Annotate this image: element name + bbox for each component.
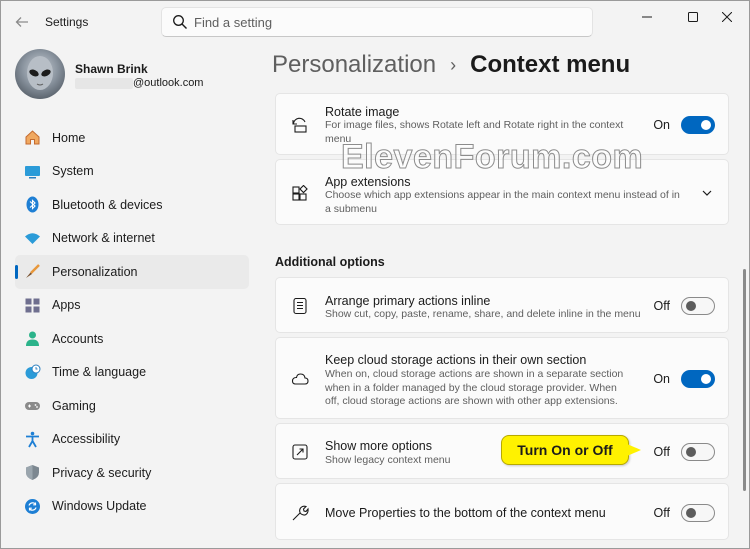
close-icon [722, 12, 732, 22]
scrollbar[interactable] [743, 269, 746, 491]
sidebar-item-label: Accounts [52, 331, 104, 346]
redacted-email [75, 78, 133, 89]
toggle-state-label: On [653, 372, 670, 386]
setting-arrange-inline: Arrange primary actions inline Show cut,… [275, 277, 729, 333]
shield-icon [23, 464, 41, 482]
update-icon [23, 497, 41, 515]
sidebar-item-label: System [52, 164, 94, 179]
toggle-state-label: Off [653, 506, 670, 520]
setting-title: Move Properties to the bottom of the con… [325, 506, 606, 520]
sidebar-item-gaming[interactable]: Gaming [15, 389, 249, 423]
sidebar-item-home[interactable]: Home [15, 121, 249, 155]
setting-title: Arrange primary actions inline [325, 294, 491, 308]
setting-move-properties: Move Properties to the bottom of the con… [275, 483, 729, 540]
sidebar-item-apps[interactable]: Apps [15, 289, 249, 323]
search-box[interactable] [161, 7, 593, 37]
alien-avatar-icon [27, 56, 53, 90]
arrange-inline-toggle[interactable] [681, 297, 715, 315]
home-icon [23, 129, 41, 147]
sidebar-item-privacy-security[interactable]: Privacy & security [15, 456, 249, 490]
sidebar-item-windows-update[interactable]: Windows Update [15, 490, 249, 524]
title-bar: Settings [1, 1, 750, 43]
back-button[interactable] [11, 11, 33, 33]
toggle-state-label: Off [653, 299, 670, 313]
clock-globe-icon [23, 363, 41, 381]
rotate-image-toggle[interactable] [681, 116, 715, 134]
chevron-down-icon [702, 190, 712, 196]
setting-description: Show cut, copy, paste, rename, share, an… [325, 308, 641, 320]
accessibility-icon [23, 430, 41, 448]
wrench-icon [290, 503, 310, 523]
user-email: @outlook.com [133, 77, 204, 89]
bluetooth-icon [23, 196, 41, 214]
gamepad-icon [23, 397, 41, 415]
section-title: Additional options [275, 255, 385, 269]
sidebar-item-label: Home [52, 130, 86, 145]
toggle-state-label: On [653, 118, 670, 132]
setting-description: Choose which app extensions appear in th… [325, 189, 680, 215]
sidebar-item-label: Privacy & security [52, 465, 152, 480]
search-icon [173, 15, 187, 29]
sidebar-item-label: Bluetooth & devices [52, 197, 163, 212]
sidebar-item-label: Gaming [52, 398, 96, 413]
setting-title: App extensions [325, 175, 411, 189]
breadcrumb: Personalization › Context menu [272, 51, 630, 79]
breadcrumb-separator: › [450, 54, 457, 75]
setting-title: Keep cloud storage actions in their own … [325, 353, 587, 367]
setting-description: When on, cloud storage actions are shown… [325, 368, 624, 407]
setting-title: Rotate image [325, 105, 400, 119]
avatar [15, 49, 65, 99]
setting-description: Show legacy context menu [325, 454, 451, 466]
maximize-button[interactable] [678, 7, 708, 27]
apps-icon [23, 296, 41, 314]
sidebar-item-label: Accessibility [52, 432, 121, 447]
sidebar-item-personalization[interactable]: Personalization [15, 255, 249, 289]
sidebar-item-accessibility[interactable]: Accessibility [15, 423, 249, 457]
sidebar-item-label: Windows Update [52, 499, 147, 514]
monitor-icon [23, 162, 41, 180]
rotate-image-icon [290, 115, 310, 135]
search-input[interactable] [194, 12, 584, 32]
expand-window-icon [290, 442, 310, 462]
brush-icon [23, 263, 41, 281]
person-icon [23, 330, 41, 348]
maximize-icon [688, 12, 698, 22]
wifi-icon [23, 229, 41, 247]
callout-annotation: Turn On or Off [501, 435, 641, 465]
sidebar-nav: Home System Bluetooth & devices Network … [15, 121, 249, 523]
setting-title: Show more options [325, 439, 433, 453]
puzzle-grid-icon [290, 184, 310, 204]
move-properties-toggle[interactable] [681, 504, 715, 522]
sidebar-item-label: Apps [52, 298, 81, 313]
page-title: Context menu [470, 51, 631, 78]
sidebar-item-bluetooth[interactable]: Bluetooth & devices [15, 188, 249, 222]
list-document-icon [290, 296, 310, 316]
sidebar-item-network[interactable]: Network & internet [15, 222, 249, 256]
sidebar-item-system[interactable]: System [15, 155, 249, 189]
show-more-options-toggle[interactable] [681, 443, 715, 461]
toggle-state-label: Off [653, 445, 670, 459]
watermark-text: ElevenForum.com [340, 138, 644, 177]
sidebar-item-label: Network & internet [52, 231, 155, 246]
sidebar-item-label: Personalization [52, 264, 138, 279]
sidebar-item-time-language[interactable]: Time & language [15, 356, 249, 390]
cloud-icon [290, 369, 310, 389]
minimize-button[interactable] [632, 7, 662, 27]
arrow-left-icon [15, 17, 28, 27]
minimize-icon [642, 16, 652, 18]
app-title: Settings [45, 15, 89, 29]
setting-cloud-storage: Keep cloud storage actions in their own … [275, 337, 729, 419]
breadcrumb-parent[interactable]: Personalization [272, 51, 436, 79]
cloud-storage-toggle[interactable] [681, 370, 715, 388]
sidebar-item-label: Time & language [52, 365, 147, 380]
close-button[interactable] [712, 7, 742, 27]
user-name: Shawn Brink [75, 62, 148, 76]
sidebar-item-accounts[interactable]: Accounts [15, 322, 249, 356]
